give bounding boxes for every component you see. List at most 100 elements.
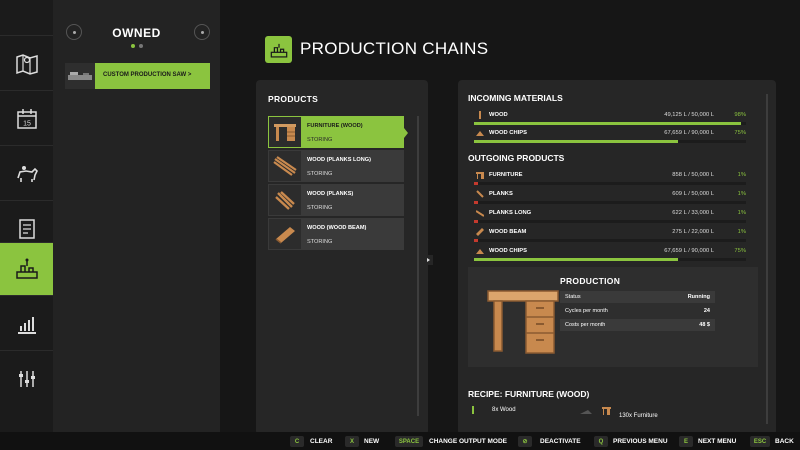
fill-bar-level xyxy=(474,220,479,223)
selected-arrow xyxy=(404,128,408,138)
furniture-desk-illustration xyxy=(487,290,559,354)
product-name: PLANKS xyxy=(489,191,513,197)
product-name: WOOD BEAM xyxy=(489,229,527,235)
product-percent: 1% xyxy=(737,210,746,216)
nav-animals[interactable] xyxy=(0,145,53,201)
outgoing-row-wood-chips: WOOD CHIPS 67,659 L / 90,000 L 75% xyxy=(474,246,746,261)
products-title: PRODUCTS xyxy=(268,94,319,104)
nav-production[interactable] xyxy=(0,242,57,295)
fill-bar xyxy=(474,258,746,261)
product-state: STORING xyxy=(307,239,333,245)
svg-text:15: 15 xyxy=(23,120,31,127)
saw-thumbnail xyxy=(65,63,95,89)
recipe-output: 130x Furniture xyxy=(619,413,658,419)
product-value: 858 L / 50,000 L xyxy=(672,172,714,178)
fill-bar xyxy=(474,239,746,242)
fill-bar xyxy=(474,220,746,223)
product-value: 275 L / 22,000 L xyxy=(672,229,714,235)
new-key[interactable]: X xyxy=(345,436,359,447)
cycles-label: Cycles per month xyxy=(565,308,608,314)
fill-bar-level xyxy=(474,182,479,185)
material-percent: 75% xyxy=(734,130,746,136)
back-key[interactable]: ESC xyxy=(750,436,770,447)
previous-menu-label[interactable]: PREVIOUS MENU xyxy=(613,438,668,445)
material-value: 49,125 L / 50,000 L xyxy=(664,112,714,118)
outgoing-row-wood-beam: WOOD BEAM 275 L / 22,000 L 1% xyxy=(474,227,746,242)
new-label[interactable]: NEW xyxy=(364,438,379,445)
panel-toggle[interactable] xyxy=(425,255,433,265)
product-item-planks[interactable]: WOOD (PLANKS) STORING xyxy=(268,184,404,216)
wood-beam-icon xyxy=(476,228,484,236)
chevron-right-icon xyxy=(427,258,430,262)
incoming-title: INCOMING MATERIALS xyxy=(468,93,563,103)
product-name: FURNITURE xyxy=(489,172,523,178)
wood-chips-icon xyxy=(476,131,484,136)
production-icon xyxy=(15,258,38,279)
outgoing-row-furniture: FURNITURE 858 L / 50,000 L 1% xyxy=(474,170,746,185)
products-panel: PRODUCTS FURNITURE (WOOD) STORING WOOD (… xyxy=(256,80,428,435)
costs-label: Costs per month xyxy=(565,322,606,328)
product-state: STORING xyxy=(307,205,333,211)
product-percent: 75% xyxy=(734,248,746,254)
material-percent: 98% xyxy=(734,112,746,118)
previous-menu-key[interactable]: Q xyxy=(594,436,608,447)
product-name: FURNITURE (WOOD) xyxy=(307,123,363,129)
clear-label[interactable]: CLEAR xyxy=(310,438,332,445)
fill-bar-level xyxy=(474,239,479,242)
products-scrollbar[interactable] xyxy=(417,116,419,416)
nav-settings[interactable] xyxy=(0,350,53,406)
product-state: STORING xyxy=(307,137,333,143)
product-name: WOOD (WOOD BEAM) xyxy=(307,225,367,231)
outgoing-title: OUTGOING PRODUCTS xyxy=(468,153,565,163)
next-menu-key[interactable]: E xyxy=(679,436,693,447)
key-hint-bar: C CLEAR X NEW SPACE CHANGE OUTPUT MODE ⊘… xyxy=(0,432,800,450)
product-item-wood-beam[interactable]: WOOD (WOOD BEAM) STORING xyxy=(268,218,404,250)
nav-calendar[interactable]: 15 xyxy=(0,90,53,146)
owned-panel: OWNED CUSTOM PRODUCTION SAW > xyxy=(53,0,220,450)
deactivate-key[interactable]: ⊘ xyxy=(518,436,532,447)
statistics-icon xyxy=(17,316,36,334)
clear-key[interactable]: C xyxy=(290,436,304,447)
product-percent: 1% xyxy=(737,191,746,197)
production-costs-row: Costs per month 48 $ xyxy=(560,319,715,331)
planks-icon xyxy=(269,185,301,215)
page-dot-active xyxy=(131,44,135,48)
deactivate-label[interactable]: DEACTIVATE xyxy=(540,438,581,445)
fill-bar-level xyxy=(474,122,741,125)
fill-bar xyxy=(474,140,746,143)
material-value: 67,659 L / 90,000 L xyxy=(664,130,714,136)
fill-bar-level xyxy=(474,258,678,261)
costs-value: 48 $ xyxy=(699,322,710,328)
product-item-planks-long[interactable]: WOOD (PLANKS LONG) STORING xyxy=(268,150,404,182)
change-output-mode-key[interactable]: SPACE xyxy=(395,436,423,447)
map-icon xyxy=(15,53,38,75)
production-chains-icon xyxy=(265,36,292,63)
outgoing-row-planks: PLANKS 609 L / 50,000 L 1% xyxy=(474,189,746,204)
product-name: WOOD (PLANKS) xyxy=(307,191,354,197)
back-label[interactable]: BACK xyxy=(775,438,794,445)
product-item-furniture[interactable]: FURNITURE (WOOD) STORING xyxy=(268,116,404,148)
material-name: WOOD CHIPS xyxy=(489,130,528,136)
status-label: Status xyxy=(565,294,581,300)
nav-statistics[interactable] xyxy=(0,295,53,351)
next-menu-label[interactable]: NEXT MENU xyxy=(698,438,736,445)
product-value: 622 L / 33,000 L xyxy=(672,210,714,216)
details-scrollbar[interactable] xyxy=(766,94,768,424)
product-value: 609 L / 50,000 L xyxy=(672,191,714,197)
furniture-icon xyxy=(269,117,301,147)
fill-bar-level xyxy=(474,140,678,143)
production-cycles-row: Cycles per month 24 xyxy=(560,305,715,317)
product-state: STORING xyxy=(307,171,333,177)
cycles-value: 24 xyxy=(703,308,710,314)
change-output-mode-label[interactable]: CHANGE OUTPUT MODE xyxy=(429,438,507,445)
product-name: WOOD CHIPS xyxy=(489,248,528,254)
owned-production-item[interactable]: CUSTOM PRODUCTION SAW > xyxy=(65,63,210,89)
material-name: WOOD xyxy=(489,112,508,118)
page-title: PRODUCTION CHAINS xyxy=(300,39,489,58)
recipe-arrow-icon xyxy=(580,410,592,414)
outgoing-row-planks-long: PLANKS LONG 622 L / 33,000 L 1% xyxy=(474,208,746,223)
incoming-row-wood: WOOD 49,125 L / 50,000 L 98% xyxy=(474,110,746,125)
status-value: Running xyxy=(687,294,710,300)
nav-map[interactable] xyxy=(0,35,53,91)
fill-bar xyxy=(474,201,746,204)
